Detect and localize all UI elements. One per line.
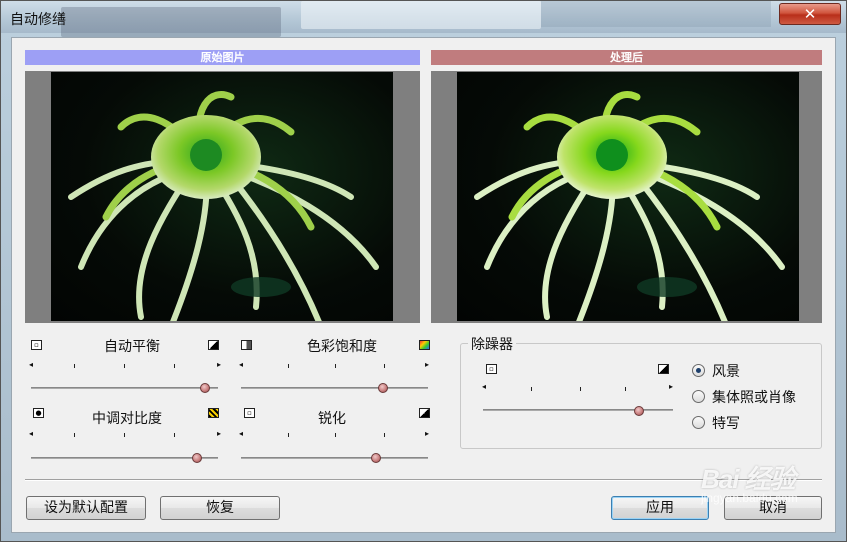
auto-repair-dialog: 自动修缮 ✕ 原始图片 处理后 ▫ 自动平衡 ◂ ▸ 色彩饱和度 ◂ ▸ ● 中…: [0, 0, 847, 542]
background-blur: [541, 1, 771, 27]
left-arrow-icon: ◂: [239, 360, 244, 369]
saturation-thumb[interactable]: [378, 383, 388, 393]
sharpen-slider[interactable]: [241, 457, 428, 459]
processed-image-header: 处理后: [431, 50, 822, 65]
tick: [580, 387, 581, 391]
low-level-icon: ▫: [31, 340, 42, 350]
saturation-slider[interactable]: [241, 387, 428, 389]
left-arrow-icon: ◂: [29, 360, 34, 369]
original-image-frame: [25, 71, 420, 323]
restore-button[interactable]: 恢复: [160, 496, 280, 520]
radio-group-portrait-label[interactable]: 集体照或肖像: [712, 387, 796, 407]
tick: [124, 364, 125, 368]
high-level-icon: [208, 340, 219, 350]
right-arrow-icon: ▸: [217, 429, 222, 438]
original-photo: [51, 72, 393, 321]
denoiser-slider[interactable]: [483, 409, 673, 411]
auto-balance-label: 自动平衡: [104, 339, 160, 355]
background-blur: [61, 7, 281, 37]
radio-closeup-label[interactable]: 特写: [712, 413, 740, 433]
tick: [288, 433, 289, 437]
tick: [625, 387, 626, 391]
high-sharpen-icon: [419, 408, 430, 418]
denoiser-thumb[interactable]: [634, 406, 644, 416]
low-sharpen-icon: ▫: [244, 408, 255, 418]
tick: [174, 433, 175, 437]
tick: [288, 364, 289, 368]
radio-landscape[interactable]: [692, 364, 705, 377]
radio-closeup[interactable]: [692, 416, 705, 429]
radio-landscape-label[interactable]: 风景: [712, 361, 740, 381]
background-blur: [301, 1, 541, 29]
tick: [74, 433, 75, 437]
radio-group-portrait[interactable]: [692, 390, 705, 403]
processed-photo: [457, 72, 799, 321]
denoiser-title: 除躁器: [468, 334, 516, 354]
watermark-sub: jingyan.baidu.com: [701, 491, 798, 505]
low-denoise-icon: ▫: [486, 364, 497, 374]
tick: [335, 364, 336, 368]
title-bar[interactable]: 自动修缮 ✕: [1, 1, 846, 37]
tick: [384, 364, 385, 368]
tick: [124, 433, 125, 437]
processed-image-frame: [431, 71, 822, 323]
auto-balance-thumb[interactable]: [200, 383, 210, 393]
tick: [174, 364, 175, 368]
midtone-contrast-label: 中调对比度: [92, 411, 162, 427]
right-arrow-icon: ▸: [217, 360, 222, 369]
tick: [531, 387, 532, 391]
right-arrow-icon: ▸: [425, 360, 430, 369]
left-arrow-icon: ◂: [482, 382, 487, 391]
high-denoise-icon: [658, 364, 669, 374]
right-arrow-icon: ▸: [669, 382, 674, 391]
apply-button[interactable]: 应用: [611, 496, 709, 520]
midtone-contrast-thumb[interactable]: [192, 453, 202, 463]
auto-balance-slider[interactable]: [31, 387, 218, 389]
color-icon: [419, 340, 430, 350]
sharpen-thumb[interactable]: [371, 453, 381, 463]
saturation-label: 色彩饱和度: [307, 339, 377, 355]
tick: [384, 433, 385, 437]
right-arrow-icon: ▸: [425, 429, 430, 438]
left-arrow-icon: ◂: [239, 429, 244, 438]
circle-icon: ●: [33, 408, 44, 418]
close-button[interactable]: ✕: [779, 3, 841, 25]
sharpen-label: 锐化: [318, 411, 346, 427]
set-default-button[interactable]: 设为默认配置: [26, 496, 146, 520]
left-arrow-icon: ◂: [29, 429, 34, 438]
window-title: 自动修缮: [10, 12, 66, 28]
original-image-header: 原始图片: [25, 50, 420, 65]
midtone-contrast-slider[interactable]: [31, 457, 218, 459]
grayscale-icon: [241, 340, 252, 350]
tick: [335, 433, 336, 437]
pattern-icon: [208, 408, 219, 418]
tick: [74, 364, 75, 368]
watermark-logo: Bai 经验 jingyan.baidu.com: [701, 451, 821, 511]
